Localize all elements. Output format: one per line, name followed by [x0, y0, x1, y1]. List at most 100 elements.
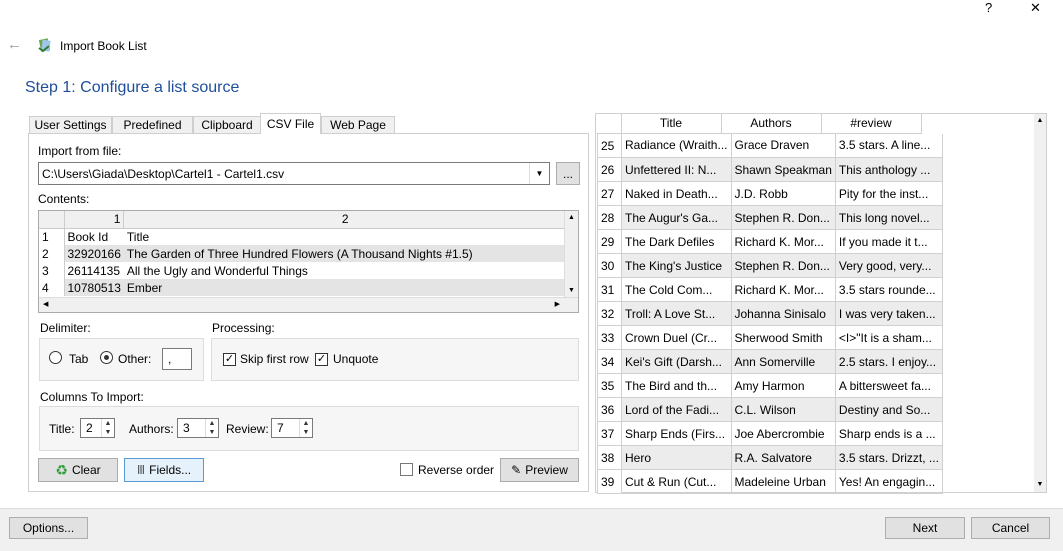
review-column-label: Review:	[226, 422, 269, 436]
table-row[interactable]: 4 10780513 Ember	[39, 279, 566, 296]
skip-first-row-label[interactable]: Skip first row	[240, 352, 309, 366]
table-row[interactable]: 25 Radiance (Wraith... Grace Draven 3.5 sta…	[597, 133, 943, 158]
tab-radio-label[interactable]: Tab	[69, 352, 88, 366]
reverse-order-checkbox[interactable]	[400, 462, 413, 477]
other-radio[interactable]	[100, 351, 113, 364]
preview-header-title[interactable]: Title	[620, 114, 722, 134]
browse-button[interactable]: ...	[556, 162, 580, 185]
unquote-label[interactable]: Unquote	[333, 352, 378, 366]
back-arrow-icon[interactable]: ←	[7, 36, 22, 53]
preview-table[interactable]: Title Authors #review	[597, 114, 922, 134]
table-row[interactable]: 26 Unfettered II: N... Shawn Speakman This …	[597, 157, 943, 182]
help-button[interactable]: ?	[985, 0, 999, 15]
file-path-combo[interactable]: C:\Users\Giada\Desktop\Cartel1 - Cartel1…	[38, 162, 550, 185]
next-button[interactable]: Next	[885, 517, 965, 539]
table-cell: 26114135	[67, 263, 121, 278]
table-cell: Shawn Speakman	[731, 157, 836, 182]
other-radio-label[interactable]: Other:	[118, 352, 151, 366]
table-cell: The Garden of Three Hundred Flowers (A T…	[126, 246, 473, 261]
review-column-spinner[interactable]: 7 ▲ ▼	[271, 418, 313, 438]
row-number: 28	[597, 205, 622, 230]
row-number: 4	[39, 279, 65, 296]
table-cell: I was very taken...	[835, 301, 943, 326]
tab-csv-file[interactable]: CSV File	[260, 113, 321, 134]
table-cell: Book Id	[67, 229, 109, 244]
tab-user-settings[interactable]: User Settings	[29, 116, 112, 133]
table-cell: Crown Duel (Cr...	[621, 325, 732, 350]
table-row[interactable]: 30 The King's Justice Stephen R. Don... Ver…	[597, 253, 943, 278]
tab-predefined[interactable]: Predefined	[112, 116, 193, 133]
unquote-checkbox[interactable]: ✓	[315, 352, 328, 367]
grid-column-header[interactable]: 2	[123, 211, 566, 229]
contents-grid[interactable]: 1 2 1 Book Id Title 2 32920166 The Garde…	[38, 210, 579, 313]
table-row[interactable]: 36 Lord of the Fadi... C.L. Wilson Destiny …	[597, 397, 943, 422]
preview-header-authors[interactable]: Authors	[720, 114, 822, 134]
table-row[interactable]: 37 Sharp Ends (Firs... Joe Abercrombie Shar…	[597, 421, 943, 446]
delimiter-label: Delimiter:	[40, 321, 91, 335]
table-row[interactable]: 29 The Dark Defiles Richard K. Mor... If yo…	[597, 229, 943, 254]
table-cell: The King's Justice	[621, 253, 732, 278]
row-number: 37	[597, 421, 622, 446]
table-row[interactable]: 31 The Cold Com... Richard K. Mor... 3.5 st…	[597, 277, 943, 302]
spinner-arrows-icon[interactable]: ▲ ▼	[101, 419, 114, 437]
table-row[interactable]: 35 The Bird and th... Amy Harmon A bittersw…	[597, 373, 943, 398]
table-row[interactable]: 3 26114135 All the Ugly and Wonderful Th…	[39, 262, 566, 279]
table-cell: The Dark Defiles	[621, 229, 732, 254]
table-row[interactable]: 38 Hero R.A. Salvatore 3.5 stars. Drizzt, .…	[597, 445, 943, 470]
table-cell: <I>"It is a sham...	[835, 325, 943, 350]
grid-column-header[interactable]: 1	[64, 211, 125, 229]
table-cell: Unfettered II: N...	[621, 157, 732, 182]
spinner-arrows-icon[interactable]: ▲ ▼	[299, 419, 312, 437]
table-cell: Richard K. Mor...	[731, 277, 836, 302]
preview-table-body[interactable]: 25 Radiance (Wraith... Grace Draven 3.5 sta…	[597, 133, 943, 494]
table-cell: Radiance (Wraith...	[621, 133, 732, 158]
tab-clipboard[interactable]: Clipboard	[193, 116, 261, 133]
row-number: 38	[597, 445, 622, 470]
spinner-arrows-icon[interactable]: ▲ ▼	[205, 419, 218, 437]
file-path-value: C:\Users\Giada\Desktop\Cartel1 - Cartel1…	[42, 167, 285, 181]
table-cell: Sharp ends is a ...	[835, 421, 943, 446]
table-row[interactable]: 32 Troll: A Love St... Johanna Sinisalo I w…	[597, 301, 943, 326]
table-row[interactable]: 28 The Augur's Ga... Stephen R. Don... This…	[597, 205, 943, 230]
table-row[interactable]: 34 Kei's Gift (Darsh... Ann Somerville 2.5 …	[597, 349, 943, 374]
table-cell: 3.5 stars rounde...	[835, 277, 943, 302]
row-number: 34	[597, 349, 622, 374]
table-row[interactable]: 39 Cut & Run (Cut... Madeleine Urban Yes! A…	[597, 469, 943, 494]
table-cell: This anthology ...	[835, 157, 943, 182]
table-row[interactable]: 2 32920166 The Garden of Three Hundred F…	[39, 245, 566, 262]
grid-horizontal-scrollbar[interactable]: ◀ ▶	[39, 297, 578, 312]
other-delimiter-input[interactable]: ,	[162, 348, 192, 370]
import-book-list-icon	[37, 37, 53, 53]
reverse-order-label[interactable]: Reverse order	[418, 463, 494, 477]
preview-vertical-scrollbar[interactable]: ▲ ▼	[1034, 114, 1046, 492]
preview-header-review[interactable]: #review	[820, 114, 922, 134]
table-cell: Sharp Ends (Firs...	[621, 421, 732, 446]
grid-corner	[39, 211, 65, 229]
skip-first-row-checkbox[interactable]: ✓	[223, 352, 236, 367]
close-button[interactable]: ✕	[1030, 0, 1046, 15]
table-cell: Troll: A Love St...	[621, 301, 732, 326]
table-row[interactable]: 1 Book Id Title	[39, 228, 566, 245]
table-row[interactable]: 33 Crown Duel (Cr... Sherwood Smith <I>"It …	[597, 325, 943, 350]
table-cell: Joe Abercrombie	[731, 421, 836, 446]
preview-button[interactable]: ✎ Preview	[500, 458, 579, 482]
window-title: Import Book List	[60, 39, 147, 53]
table-row[interactable]: 27 Naked in Death... J.D. Robb Pity for the…	[597, 181, 943, 206]
table-cell: The Augur's Ga...	[621, 205, 732, 230]
row-number: 32	[597, 301, 622, 326]
cancel-button[interactable]: Cancel	[971, 517, 1050, 539]
chevron-down-icon[interactable]: ▼	[529, 163, 549, 184]
table-cell: Ember	[126, 280, 163, 295]
table-cell: A bittersweet fa...	[835, 373, 943, 398]
tab-web-page[interactable]: Web Page	[321, 116, 395, 133]
options-button[interactable]: Options...	[9, 517, 88, 539]
tab-radio[interactable]	[49, 351, 62, 364]
preview-label: Preview	[525, 463, 568, 477]
title-column-spinner[interactable]: 2 ▲ ▼	[80, 418, 115, 438]
fields-button[interactable]: Ⅲ Fields...	[124, 458, 204, 482]
authors-column-spinner[interactable]: 3 ▲ ▼	[177, 418, 219, 438]
grid-vertical-scrollbar[interactable]: ▲ ▼	[564, 211, 578, 298]
table-cell: This long novel...	[835, 205, 943, 230]
clear-button[interactable]: ♻ Clear	[38, 458, 118, 482]
table-cell: Stephen R. Don...	[731, 205, 836, 230]
